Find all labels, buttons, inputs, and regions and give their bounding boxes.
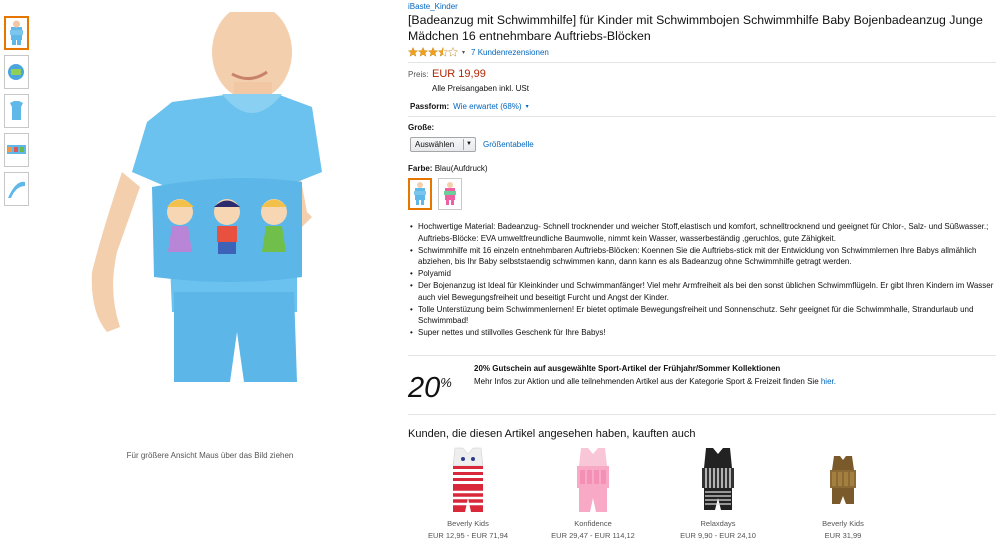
brown-swimsuit-icon	[830, 456, 856, 504]
promo-text: Mehr Infos zur Aktion und alle teilnehme…	[474, 377, 836, 386]
also-viewed-item[interactable]: Relaxdays EUR 9,90 - EUR 24,10	[658, 446, 778, 540]
main-product-image[interactable]	[62, 4, 382, 392]
price-value: EUR 19,99	[432, 68, 486, 80]
size-select-value: Auswählen	[415, 140, 455, 149]
fit-label: Passform:	[410, 102, 450, 111]
also-viewed-brand: Relaxdays	[700, 519, 736, 528]
promo-percent: %	[440, 375, 452, 390]
divider	[408, 355, 996, 356]
black-swimsuit-icon	[702, 448, 734, 510]
star-half-icon	[438, 47, 448, 57]
feature-bullets: Hochwertige Material: Badeanzug- Schnell…	[410, 221, 998, 339]
color-swatches	[408, 178, 462, 210]
swimsuit-thumb-icon	[8, 64, 24, 80]
float-blocks-thumb-icon	[7, 145, 26, 154]
thumbnail-4[interactable]	[4, 133, 29, 167]
swatch-blue[interactable]	[408, 178, 432, 210]
color-row: Farbe: Blau(Aufdruck)	[408, 164, 488, 173]
feature-bullet: Der Bojenanzug ist Ideal für Kleinkinder…	[410, 280, 998, 304]
star-full-icon	[428, 47, 438, 57]
also-viewed-price: EUR 9,90 - EUR 24,10	[680, 531, 756, 540]
promo-link[interactable]: hier.	[821, 377, 836, 386]
thumbnail-1[interactable]	[4, 16, 29, 50]
size-label: Große:	[408, 123, 435, 132]
promo-number: 20	[408, 372, 441, 404]
also-viewed-item[interactable]: Konfidence EUR 29,47 - EUR 114,12	[533, 446, 653, 540]
divider	[408, 414, 996, 415]
swimsuit-thumb-icon	[10, 20, 23, 45]
swatch-pink[interactable]	[438, 178, 462, 210]
size-select[interactable]: Auswählen ▼	[410, 137, 476, 152]
price-label: Preis:	[408, 70, 429, 79]
thumbnail-2[interactable]	[4, 55, 29, 89]
star-rating[interactable]	[408, 47, 458, 57]
also-viewed-item[interactable]: Beverly Kids EUR 12,95 - EUR 71,94	[408, 446, 528, 540]
swimsuit-thumb-icon	[10, 101, 23, 120]
divider	[408, 116, 996, 117]
feature-bullet: Schwimmhilfe mit 16 einzeln entnehmbaren…	[410, 245, 998, 269]
striped-swimsuit-icon	[452, 447, 484, 512]
thumbnail-5[interactable]	[4, 172, 29, 206]
star-empty-icon	[448, 47, 458, 57]
also-viewed-brand: Konfidence	[574, 519, 612, 528]
promo-badge: 20%	[408, 372, 452, 405]
chevron-down-icon[interactable]: ▾	[526, 103, 529, 110]
pink-swimsuit-icon	[444, 182, 456, 205]
zoom-hint: Für größere Ansicht Maus über das Bild z…	[126, 451, 294, 460]
also-viewed-price: EUR 29,47 - EUR 114,12	[551, 531, 635, 540]
fabric-thumb-icon	[8, 181, 25, 198]
also-viewed-brand: Beverly Kids	[447, 519, 489, 528]
also-viewed-price: EUR 31,99	[824, 531, 862, 540]
blue-swimsuit-icon	[414, 182, 426, 205]
fit-row: Passform: Wie erwartet (68%) ▾	[410, 102, 529, 111]
color-label: Farbe:	[408, 164, 433, 173]
thumbnail-list	[4, 16, 30, 211]
chevron-down-icon[interactable]: ▾	[462, 49, 465, 56]
color-value: Blau(Aufdruck)	[434, 164, 488, 173]
feature-bullet: Super nettes und stillvolles Geschenk fü…	[410, 327, 998, 339]
also-viewed-brand: Beverly Kids	[822, 519, 864, 528]
feature-bullet: Polyamid	[410, 268, 998, 280]
feature-bullet: Hochwertige Material: Badeanzug- Schnell…	[410, 221, 998, 245]
rating-row: ▾ 7 Kundenrezensionen	[408, 47, 549, 57]
child-swimsuit-image	[91, 4, 322, 382]
feature-bullet: Tolle Unterstüzung beim Schwimmenlernen!…	[410, 304, 998, 328]
size-chart-link[interactable]: Größentabelle	[483, 140, 534, 149]
divider	[408, 62, 996, 63]
also-viewed-item[interactable]: Beverly Kids EUR 31,99	[783, 446, 903, 540]
promo-title: 20% Gutschein auf ausgewählte Sport-Arti…	[474, 364, 781, 373]
also-viewed-title: Kunden, die diesen Artikel angesehen hab…	[408, 428, 696, 440]
chevron-down-icon: ▼	[463, 139, 474, 150]
pink-swimsuit-icon	[577, 448, 609, 512]
star-full-icon	[408, 47, 418, 57]
reviews-link[interactable]: 7 Kundenrezensionen	[471, 48, 549, 57]
star-full-icon	[418, 47, 428, 57]
price-note: Alle Preisangaben inkl. USt	[432, 84, 529, 93]
brand-link[interactable]: iBaste_Kinder	[408, 2, 458, 11]
promo-text-body: Mehr Infos zur Aktion und alle teilnehme…	[474, 377, 821, 386]
also-viewed-price: EUR 12,95 - EUR 71,94	[427, 531, 509, 540]
fit-value-link[interactable]: Wie erwartet (68%)	[453, 102, 521, 111]
product-title: [Badeanzug mit Schwimmhilfe] für Kinder …	[408, 13, 983, 43]
thumbnail-3[interactable]	[4, 94, 29, 128]
